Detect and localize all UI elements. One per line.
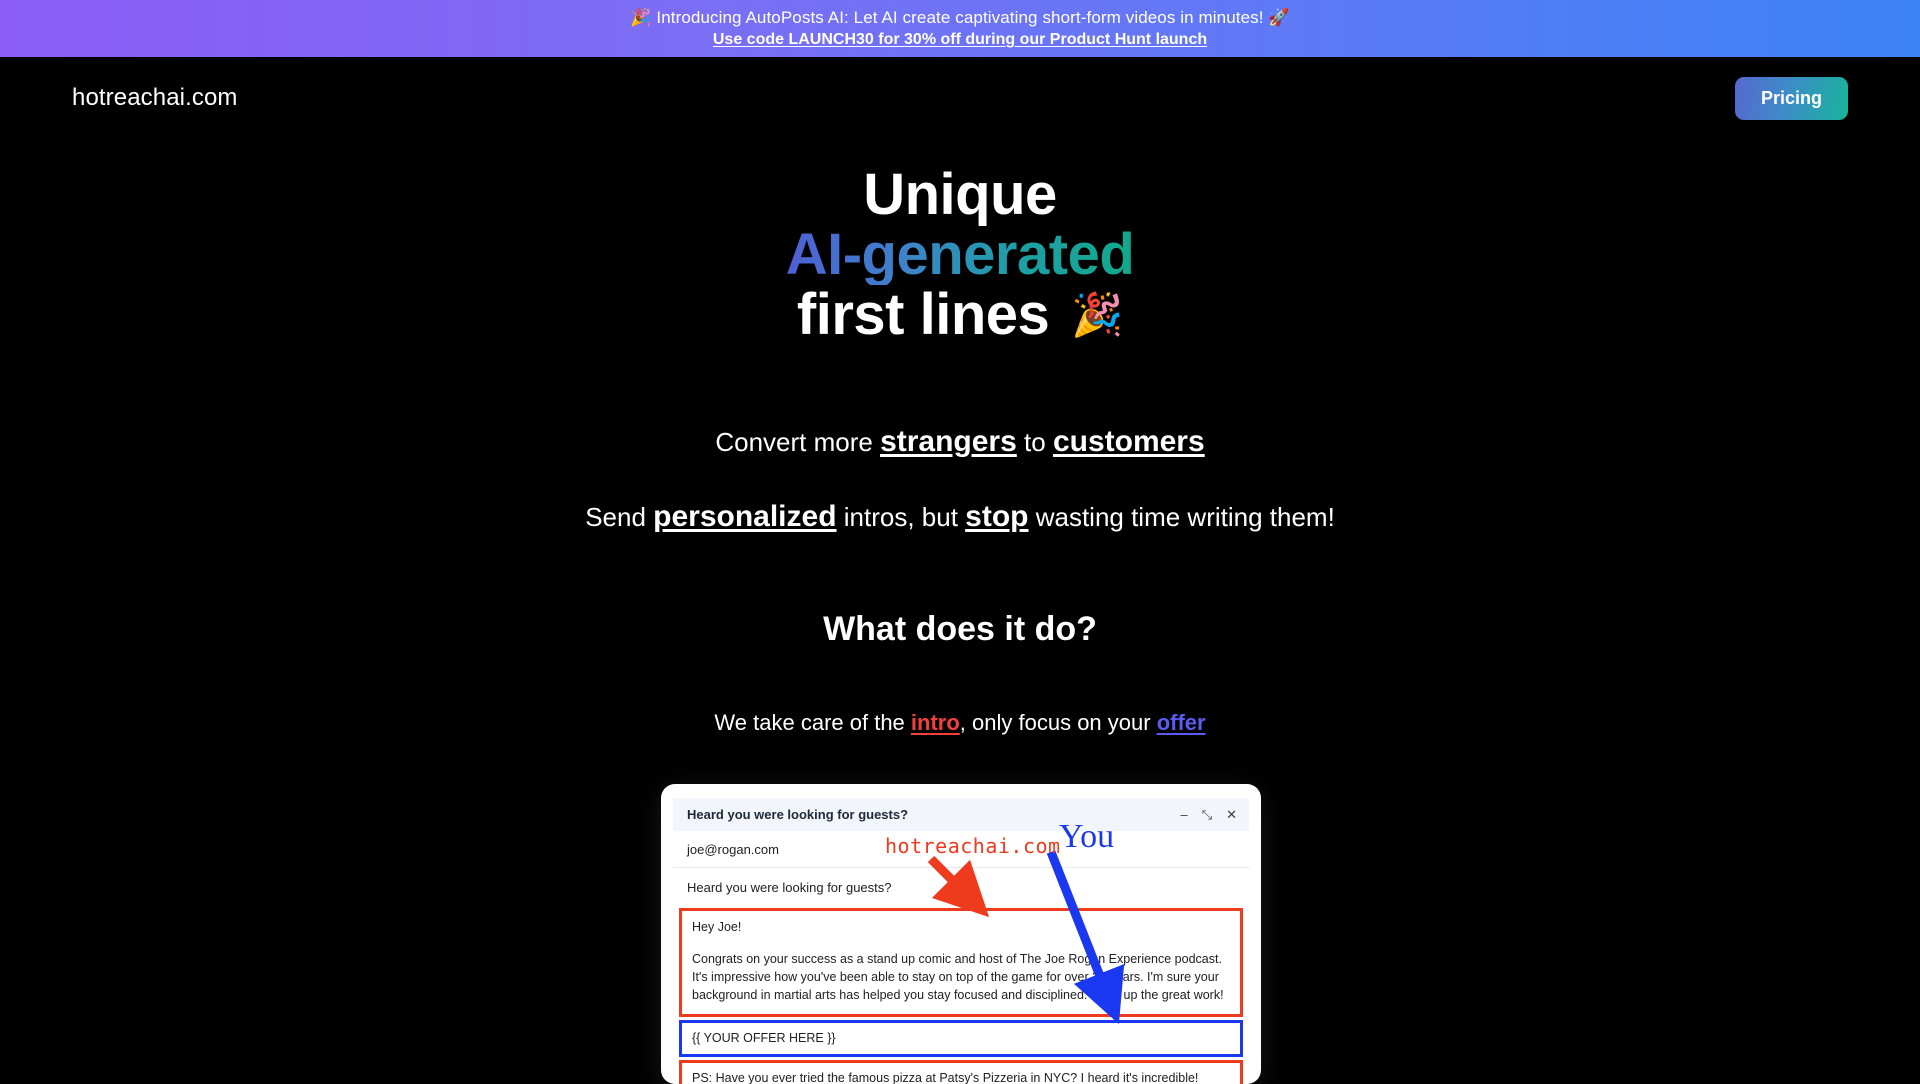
sub2-pre: Send [585,502,654,532]
email-ps-line: PS: Have you ever tried the famous pizza… [692,1071,1199,1084]
top-navigation: hotreachai.com Pricing [0,57,1920,139]
sub2-mid: intros, but [836,502,966,532]
email-window-title: Heard you were looking for guests? [687,807,909,822]
email-greeting: Hey Joe! [692,920,742,934]
annotation-label-you: You [1059,818,1115,855]
window-controls: – ⤡ ✕ [1180,808,1237,821]
hero-section: Unique AI-generated first lines 🎉 [0,165,1920,345]
sub1-strangers: strangers [880,425,1017,458]
ai-generated-intro-box: Hey Joe! Congrats on your success as a s… [679,908,1243,1017]
sub2-personalized: personalized [653,500,837,533]
section-heading: What does it do? [823,610,1097,648]
hero-line-1: Unique [863,162,1057,227]
announcement-headline: 🎉 Introducing AutoPosts AI: Let AI creat… [630,7,1289,28]
annotation-label-hotreachai: hotreachai.com [885,834,1061,858]
minimize-icon[interactable]: – [1180,808,1187,821]
sub1-pre: Convert more [715,427,881,457]
ai-generated-ps-box: PS: Have you ever tried the famous pizza… [679,1060,1243,1084]
your-offer-box: {{ YOUR OFFER HERE }} [679,1020,1243,1057]
announcement-banner: 🎉 Introducing AutoPosts AI: Let AI creat… [0,0,1920,57]
email-mockup-card: Heard you were looking for guests? – ⤡ ✕… [661,784,1261,1084]
section-sub-mid: , only focus on your [959,710,1157,735]
sub1-mid: to [1016,427,1053,457]
expand-icon[interactable]: ⤡ [1202,808,1212,821]
rocket-icon: 🚀 [1268,8,1290,27]
hero-line-3-text: first lines [796,282,1050,347]
hero-subheadline-2: Send personalized intros, but stop wasti… [0,500,1920,534]
promo-code-link[interactable]: Use code LAUNCH30 for 30% off during our… [713,30,1207,50]
hero-subheadline-1: Convert more strangers to customers [0,425,1920,459]
hero-line-3: first lines 🎉 [0,285,1920,345]
sub1-customers: customers [1052,425,1205,458]
party-popper-icon: 🎉 [630,8,652,27]
pricing-button[interactable]: Pricing [1734,76,1848,120]
email-ai-paragraph: Congrats on your success as a stand up c… [692,952,1224,1002]
sub2-stop: stop [965,500,1029,533]
intro-highlight: intro [910,710,960,735]
close-icon[interactable]: ✕ [1226,808,1237,821]
announcement-headline-text: Introducing AutoPosts AI: Let AI create … [656,8,1264,27]
hero-line-2-gradient: AI-generated [785,222,1135,287]
email-subject-field[interactable]: Heard you were looking for guests? [673,868,1249,906]
party-popper-icon: 🎉 [1071,291,1124,338]
offer-highlight: offer [1156,710,1206,735]
email-window-titlebar: Heard you were looking for guests? – ⤡ ✕ [673,798,1249,831]
section-sub-pre: We take care of the [714,710,911,735]
sub2-post: wasting time writing them! [1028,502,1335,532]
email-offer-placeholder: {{ YOUR OFFER HERE }} [692,1031,836,1045]
page-title: Unique AI-generated first lines 🎉 [0,165,1920,345]
section-subtext: We take care of the intro, only focus on… [0,708,1920,738]
brand-logo[interactable]: hotreachai.com [72,84,238,112]
